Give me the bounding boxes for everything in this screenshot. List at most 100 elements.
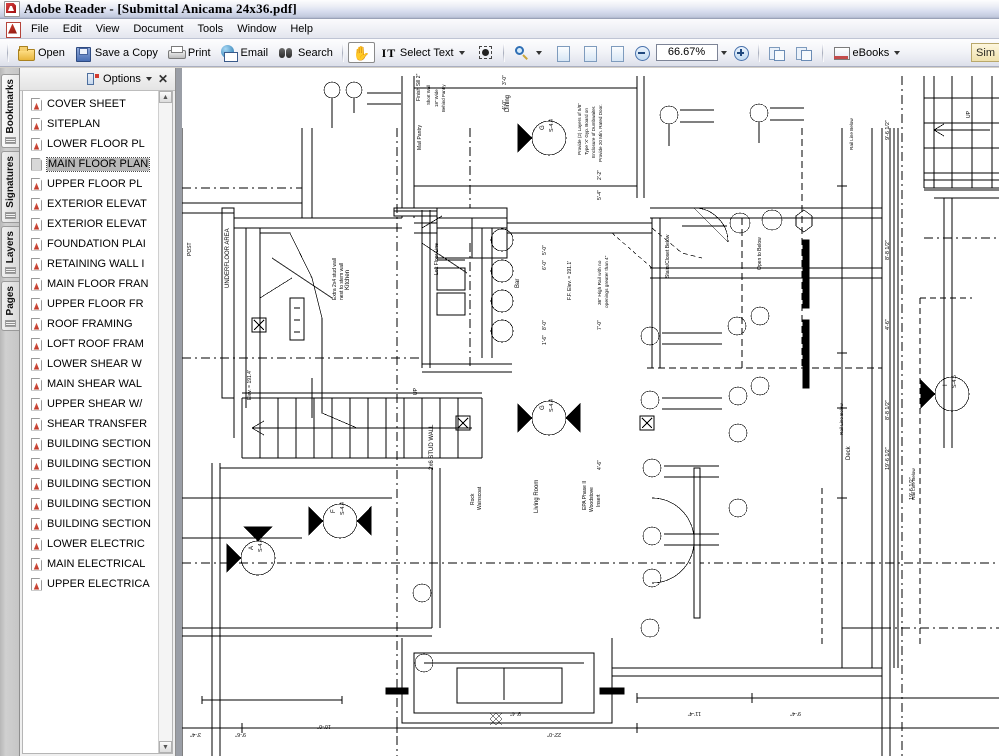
sidebar-tab-bookmarks[interactable]: Bookmarks: [1, 74, 19, 149]
close-icon[interactable]: ✕: [157, 73, 169, 85]
chevron-down-icon[interactable]: [894, 50, 901, 55]
fit-page-button[interactable]: [576, 42, 603, 63]
drawing-note: 2x6 STUD WALL: [429, 424, 435, 470]
email-label: Email: [240, 46, 269, 59]
room-label: Deck: [846, 445, 852, 460]
section-marker-sheet: S-4.4: [549, 119, 555, 132]
bookmark-item[interactable]: FOUNDATION PLAI: [29, 234, 158, 254]
bookmark-item[interactable]: MAIN FLOOR FRAN: [29, 274, 158, 294]
bookmark-item[interactable]: BUILDING SECTION: [29, 494, 158, 514]
scroll-up-icon[interactable]: ▲: [159, 91, 172, 103]
bookmark-item[interactable]: RETAINING WALL I: [29, 254, 158, 274]
chevron-down-icon[interactable]: [145, 77, 152, 81]
drawing-note: Behind Pantry: [441, 84, 446, 112]
pdf-bookmark-icon: [31, 378, 43, 391]
bookmark-item[interactable]: BUILDING SECTION: [29, 514, 158, 534]
room-label: Living Room: [534, 480, 540, 513]
bookmark-item[interactable]: EXTERIOR ELEVAT: [29, 214, 158, 234]
menu-window[interactable]: Window: [230, 21, 283, 37]
snapshot-tool-button[interactable]: [472, 42, 499, 63]
bookmark-item[interactable]: LOFT ROOF FRAM: [29, 334, 158, 354]
tab-grip-icon: [5, 137, 16, 145]
bookmark-item[interactable]: BUILDING SECTION: [29, 454, 158, 474]
zoom-level-input[interactable]: 66.67%: [655, 44, 718, 61]
chevron-down-icon[interactable]: [535, 50, 542, 55]
print-button[interactable]: Print: [163, 42, 216, 63]
floor-plan-drawing: UNDERFLOOR AREA KitchenDiningBarLiving Ro…: [182, 73, 999, 756]
bookmarks-list: COVER SHEET SITEPLAN LOWER FLOOR PL MAIN FL…: [23, 91, 158, 753]
actual-size-button[interactable]: [549, 42, 576, 63]
menu-tools[interactable]: Tools: [191, 21, 231, 37]
bookmarks-scrollbar[interactable]: ▲ ▼: [158, 91, 172, 753]
menu-edit[interactable]: Edit: [56, 21, 89, 37]
bookmark-label: MAIN SHEAR WAL: [47, 377, 142, 390]
menu-file[interactable]: File: [24, 21, 56, 37]
sidebar-tab-layers-label: Layers: [5, 231, 16, 264]
zoom-out-button[interactable]: [630, 42, 655, 63]
save-a-copy-button[interactable]: Save a Copy: [70, 42, 163, 63]
bookmark-item[interactable]: MAIN ELECTRICAL: [29, 554, 158, 574]
zoom-dropdown-chevron-icon[interactable]: [720, 50, 727, 55]
bookmark-item[interactable]: UPPER SHEAR W/: [29, 394, 158, 414]
select-text-button[interactable]: I T Select Text: [375, 42, 472, 63]
pdf-bookmark-icon: [31, 138, 43, 151]
pdf-bookmark-icon: [31, 358, 43, 371]
pdf-bookmark-icon: [31, 158, 43, 171]
ebooks-label: eBooks: [852, 46, 890, 59]
scroll-down-icon[interactable]: ▼: [159, 741, 172, 753]
drawing-note: openings greater than 4": [604, 255, 610, 308]
next-view-button[interactable]: [791, 42, 818, 63]
open-button[interactable]: Open: [13, 42, 70, 63]
section-marker-letter: A: [249, 546, 255, 550]
sign-toolbar-button[interactable]: Sim: [971, 43, 999, 62]
pdf-bookmark-icon: [31, 558, 43, 571]
drawing-note: F.F. Elev. = 191.1': [567, 261, 573, 300]
bookmark-item[interactable]: COVER SHEET: [29, 94, 158, 114]
pdf-bookmark-icon: [31, 238, 43, 251]
menu-document[interactable]: Document: [126, 21, 190, 37]
bookmark-item[interactable]: MAIN SHEAR WAL: [29, 374, 158, 394]
bookmark-item[interactable]: EXTERIOR ELEVAT: [29, 194, 158, 214]
email-button[interactable]: Email: [216, 42, 274, 63]
chevron-down-icon[interactable]: [458, 50, 465, 55]
menu-help[interactable]: Help: [283, 21, 320, 37]
bookmark-item[interactable]: LOWER FLOOR PL: [29, 134, 158, 154]
bookmark-item[interactable]: ROOF FRAMING: [29, 314, 158, 334]
zoom-in-button[interactable]: [729, 42, 754, 63]
drawing-note: 36" High Rail with no: [597, 260, 603, 305]
drawing-note: Extra 2x4 stud wall: [332, 258, 338, 300]
hand-tool-button[interactable]: ✋: [347, 42, 375, 63]
bookmark-label: BUILDING SECTION: [47, 437, 151, 450]
pdf-page-canvas[interactable]: UNDERFLOOR AREA Kitchen Dining Bar Living Ro…: [182, 68, 999, 756]
section-marker-sheet: S-4.4: [258, 539, 264, 552]
bookmark-item[interactable]: LOWER SHEAR W: [29, 354, 158, 374]
scroll-track[interactable]: [159, 103, 172, 741]
search-button[interactable]: Search: [273, 42, 338, 63]
bookmark-item[interactable]: BUILDING SECTION: [29, 474, 158, 494]
sidebar-tab-pages[interactable]: Pages: [1, 281, 19, 331]
bookmark-item[interactable]: BUILDING SECTION: [29, 434, 158, 454]
toolbar-separator: [7, 43, 9, 62]
previous-view-button[interactable]: [764, 42, 791, 63]
bookmark-item[interactable]: UPPER FLOOR PL: [29, 174, 158, 194]
document-viewport[interactable]: UNDERFLOOR AREA Kitchen Dining Bar Living Ro…: [176, 68, 999, 756]
dimension-bottom: 10'-0": [317, 723, 331, 729]
bookmark-label: MAIN FLOOR PLAN: [45, 156, 151, 172]
ebooks-button[interactable]: eBooks: [828, 42, 908, 63]
bookmark-item[interactable]: SHEAR TRANSFER: [29, 414, 158, 434]
bookmark-item[interactable]: MAIN FLOOR PLAN: [29, 154, 158, 174]
bookmark-item[interactable]: LOWER ELECTRIC: [29, 534, 158, 554]
zoom-in-tool-button[interactable]: [509, 42, 549, 63]
open-folder-icon: [18, 45, 35, 61]
sidebar-tab-layers[interactable]: Layers: [1, 226, 19, 279]
bookmark-item[interactable]: SITEPLAN: [29, 114, 158, 134]
options-label[interactable]: Options: [103, 73, 141, 85]
menu-view[interactable]: View: [89, 21, 127, 37]
bookmark-item[interactable]: UPPER FLOOR FR: [29, 294, 158, 314]
binoculars-icon: [278, 45, 295, 61]
bookmark-item[interactable]: UPPER ELECTRICA: [29, 574, 158, 594]
sidebar-tab-signatures[interactable]: Signatures: [1, 151, 19, 224]
printer-icon: [167, 45, 186, 61]
drawing-note: Elev. = 191.4': [247, 370, 253, 400]
fit-width-button[interactable]: [603, 42, 630, 63]
